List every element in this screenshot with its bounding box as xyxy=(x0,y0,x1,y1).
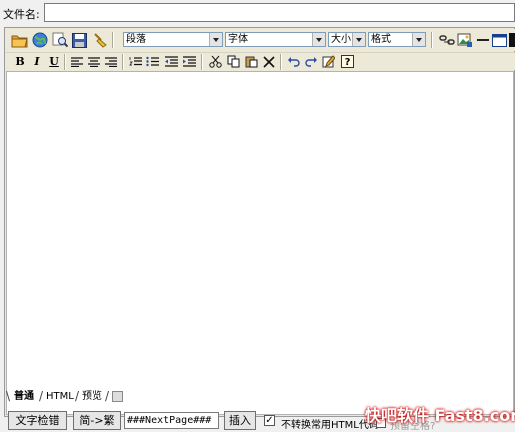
copy-icon[interactable] xyxy=(225,54,241,69)
ordered-list-icon[interactable] xyxy=(127,54,143,69)
indent-icon[interactable] xyxy=(181,54,197,69)
paragraph-select[interactable]: 段落 xyxy=(123,32,223,47)
image-icon[interactable] xyxy=(455,31,474,49)
svg-text:?: ? xyxy=(344,57,350,68)
convert-traditional-button[interactable]: 简->繁 xyxy=(73,411,121,430)
spellcheck-button[interactable]: 文字检错 xyxy=(8,411,67,430)
toolbar-separator xyxy=(280,54,282,70)
align-right-icon[interactable] xyxy=(103,54,119,69)
tab-normal[interactable]: 普通 xyxy=(14,389,34,404)
format-select[interactable]: 格式 xyxy=(368,32,426,47)
globe-icon[interactable] xyxy=(30,31,49,49)
filename-input[interactable] xyxy=(44,3,515,22)
align-center-icon[interactable] xyxy=(86,54,102,69)
tab-divider: / xyxy=(105,389,110,403)
tab-html[interactable]: HTML xyxy=(46,389,74,404)
toolbar-format: B I U ? xyxy=(6,52,515,70)
align-left-icon[interactable] xyxy=(69,54,85,69)
insert-button[interactable]: 插入 xyxy=(224,411,256,430)
tab-divider: / xyxy=(39,389,44,403)
help-icon[interactable]: ? xyxy=(339,54,355,69)
underline-button[interactable]: U xyxy=(46,54,62,69)
link-icon[interactable] xyxy=(437,31,456,49)
edit-note-icon[interactable] xyxy=(320,54,336,69)
save-icon[interactable] xyxy=(70,31,89,49)
paste-icon[interactable] xyxy=(243,54,259,69)
editing-area[interactable] xyxy=(6,71,514,415)
toolbar-main: 段落 字体 大小 格式 xyxy=(6,29,515,51)
html-editor: 段落 字体 大小 格式 B I U ? xyxy=(4,27,515,417)
folder-icon[interactable] xyxy=(10,31,29,49)
font-select[interactable]: 字体 xyxy=(225,32,326,47)
find-icon[interactable] xyxy=(50,31,69,49)
site-watermark: 快吧软件 Fast8.com xyxy=(365,406,515,425)
size-select[interactable]: 大小 xyxy=(328,32,366,47)
toolbar-separator xyxy=(431,32,433,48)
no-convert-checkbox[interactable]: ✓ xyxy=(264,415,275,426)
delete-icon[interactable] xyxy=(261,54,277,69)
cut-icon[interactable] xyxy=(207,54,223,69)
redo-icon[interactable] xyxy=(303,54,319,69)
filename-row: 文件名: xyxy=(0,0,515,26)
toolbar-separator xyxy=(112,32,114,48)
toolbar-separator xyxy=(201,54,203,70)
tab-divider: \ xyxy=(6,389,11,403)
view-tabs: \ 普通 / HTML / 预览 / xyxy=(4,389,144,405)
toolbar-separator xyxy=(64,54,66,70)
toolbar-separator xyxy=(122,54,124,70)
filename-label: 文件名: xyxy=(3,8,40,21)
tab-preview[interactable]: 预览 xyxy=(82,389,102,404)
more-icon[interactable] xyxy=(509,31,515,49)
clean-icon[interactable] xyxy=(90,31,109,49)
outdent-icon[interactable] xyxy=(163,54,179,69)
undo-icon[interactable] xyxy=(286,54,302,69)
bold-button[interactable]: B xyxy=(12,54,28,69)
unordered-list-icon[interactable] xyxy=(144,54,160,69)
scroll-left-icon[interactable] xyxy=(112,391,123,402)
italic-button[interactable]: I xyxy=(29,54,45,69)
table-icon[interactable] xyxy=(490,31,509,49)
nextpage-input[interactable]: ###NextPage### xyxy=(124,412,219,429)
tab-divider: / xyxy=(75,389,80,403)
